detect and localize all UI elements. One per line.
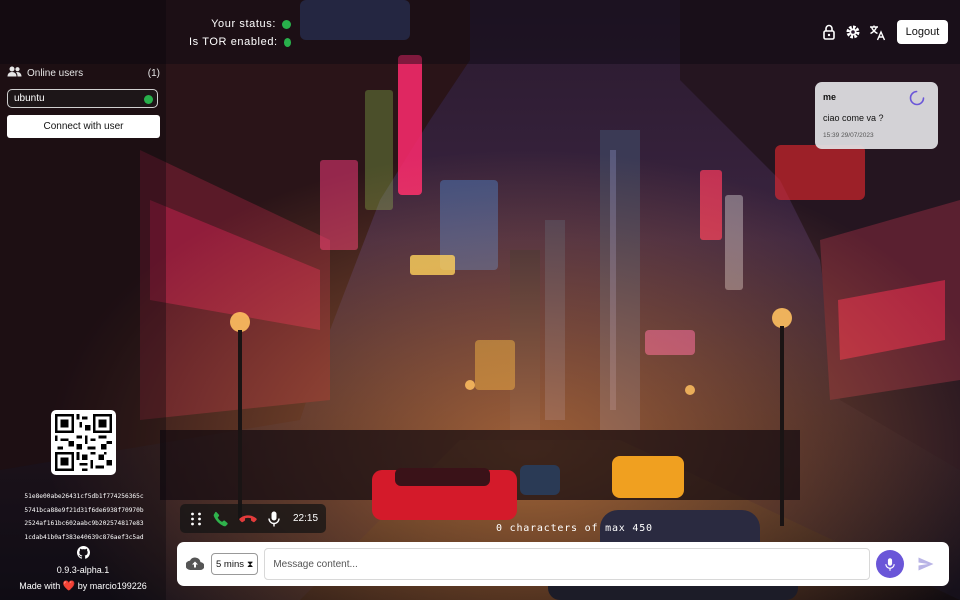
voice-record-button[interactable] [876, 550, 905, 578]
status-panel: Your status: Is TOR enabled: [189, 15, 291, 51]
your-status-indicator [282, 19, 291, 29]
tor-status-row: Is TOR enabled: [189, 33, 291, 51]
hash-line: 51e8e00abe26431cf5db1f774256365c [24, 493, 144, 500]
tor-status-label: Is TOR enabled: [189, 36, 278, 48]
hash-line: 2524af161bc602aabc9b202574817e83 [24, 520, 144, 527]
message-bubble: me ciao come va ? 15:39 29/07/2023 [815, 82, 938, 149]
call-duration: 22:15 [292, 513, 319, 524]
dialpad-icon[interactable] [188, 510, 204, 528]
message-composer: 5 mins ⧗ [177, 542, 949, 586]
loading-spinner-icon [909, 90, 925, 106]
online-users-label: Online users [27, 67, 84, 79]
user-name: ubuntu [14, 93, 45, 104]
call-end-icon[interactable] [238, 510, 257, 528]
your-status-label: Your status: [211, 18, 276, 30]
header-actions: Logout [815, 20, 948, 44]
message-text: ciao come va ? [823, 113, 884, 123]
your-status-row: Your status: [189, 15, 291, 33]
hash-line: 5741bca88e9f21d31f6de6938f70970b [24, 506, 144, 514]
logout-button[interactable]: Logout [897, 20, 948, 44]
lock-icon[interactable] [819, 22, 839, 42]
tor-status-indicator [283, 37, 291, 47]
message-timestamp: 15:39 29/07/2023 [823, 132, 874, 139]
made-with-prefix: Made with [19, 581, 61, 591]
made-with-author[interactable]: by marcio199226 [78, 581, 147, 591]
translate-icon[interactable] [867, 22, 887, 42]
qr-code [51, 410, 116, 475]
connect-with-user-button[interactable]: Connect with user [7, 115, 160, 138]
github-icon[interactable] [77, 546, 91, 559]
public-key-hash: 51e8e00abe26431cf5db1f774256365c 5741bca… [14, 490, 154, 544]
user-online-indicator [144, 95, 153, 104]
cloud-upload-icon[interactable] [185, 554, 205, 574]
user-list-item[interactable]: ubuntu [7, 89, 158, 108]
message-expiry-select[interactable]: 5 mins ⧗ [211, 553, 259, 575]
call-accept-icon[interactable] [213, 510, 229, 528]
online-users-count: (1) [147, 67, 160, 79]
message-input[interactable] [264, 548, 871, 580]
call-controls: 22:15 [180, 504, 326, 533]
character-counter: 0 characters of max 450 [496, 523, 653, 534]
gear-icon[interactable] [843, 22, 863, 42]
hourglass-icon: ⧗ [246, 558, 254, 569]
send-icon[interactable] [916, 554, 936, 574]
hash-line: 1cdab41b0af383e40639c876aef3c5ad [24, 533, 144, 541]
app-version: 0.9.3-alpha.1 [56, 565, 110, 575]
heart-icon: ❤️ [62, 581, 76, 592]
message-expiry-value: 5 mins [216, 558, 244, 570]
made-with-credit: Made with ❤️ by marcio199226 [0, 581, 166, 592]
microphone-icon[interactable] [266, 510, 282, 528]
users-icon [7, 66, 22, 80]
online-users-header: Online users (1) [7, 66, 160, 80]
